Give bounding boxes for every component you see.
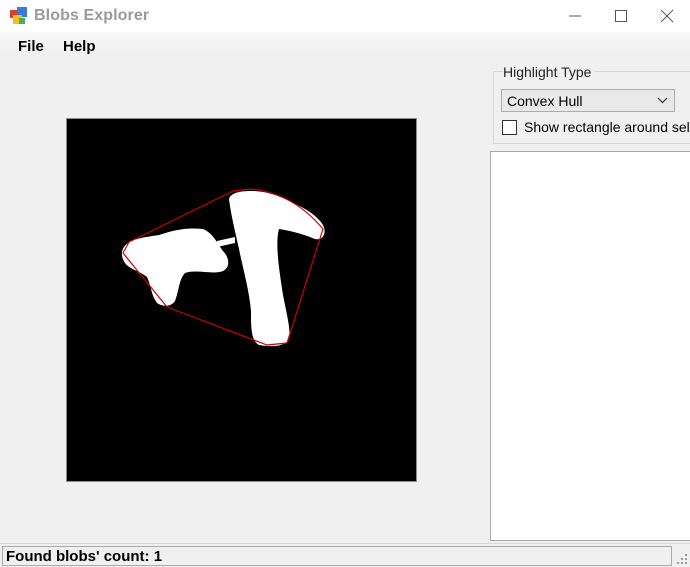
menu-file[interactable]: File <box>18 38 44 55</box>
close-button[interactable] <box>644 0 690 32</box>
menu-bar: File Help <box>0 32 690 60</box>
minimize-icon <box>569 15 581 17</box>
maximize-icon <box>615 10 627 22</box>
status-text: Found blobs' count: 1 <box>6 548 163 565</box>
blob-image-view[interactable] <box>66 118 417 482</box>
menu-help[interactable]: Help <box>63 38 96 55</box>
close-icon <box>660 9 674 23</box>
status-bar: Found blobs' count: 1 <box>0 543 690 567</box>
canvas-background <box>67 119 416 481</box>
app-icon <box>10 7 28 25</box>
highlight-type-value: Convex Hull <box>507 93 583 109</box>
highlight-type-label: Highlight Type <box>503 64 596 80</box>
title-bar: Blobs Explorer <box>0 0 690 32</box>
show-rectangle-checkbox[interactable] <box>502 120 517 135</box>
maximize-button[interactable] <box>598 0 644 32</box>
resize-grip-icon[interactable] <box>676 553 688 565</box>
blob-canvas <box>67 119 416 481</box>
window-title: Blobs Explorer <box>34 7 150 24</box>
chevron-down-icon <box>657 97 668 104</box>
blob-info-list[interactable] <box>490 151 690 541</box>
minimize-button[interactable] <box>552 0 598 32</box>
show-rectangle-label[interactable]: Show rectangle around selected blob <box>524 119 690 135</box>
highlight-type-select[interactable]: Convex Hull <box>501 89 675 112</box>
status-panel: Found blobs' count: 1 <box>2 546 672 566</box>
